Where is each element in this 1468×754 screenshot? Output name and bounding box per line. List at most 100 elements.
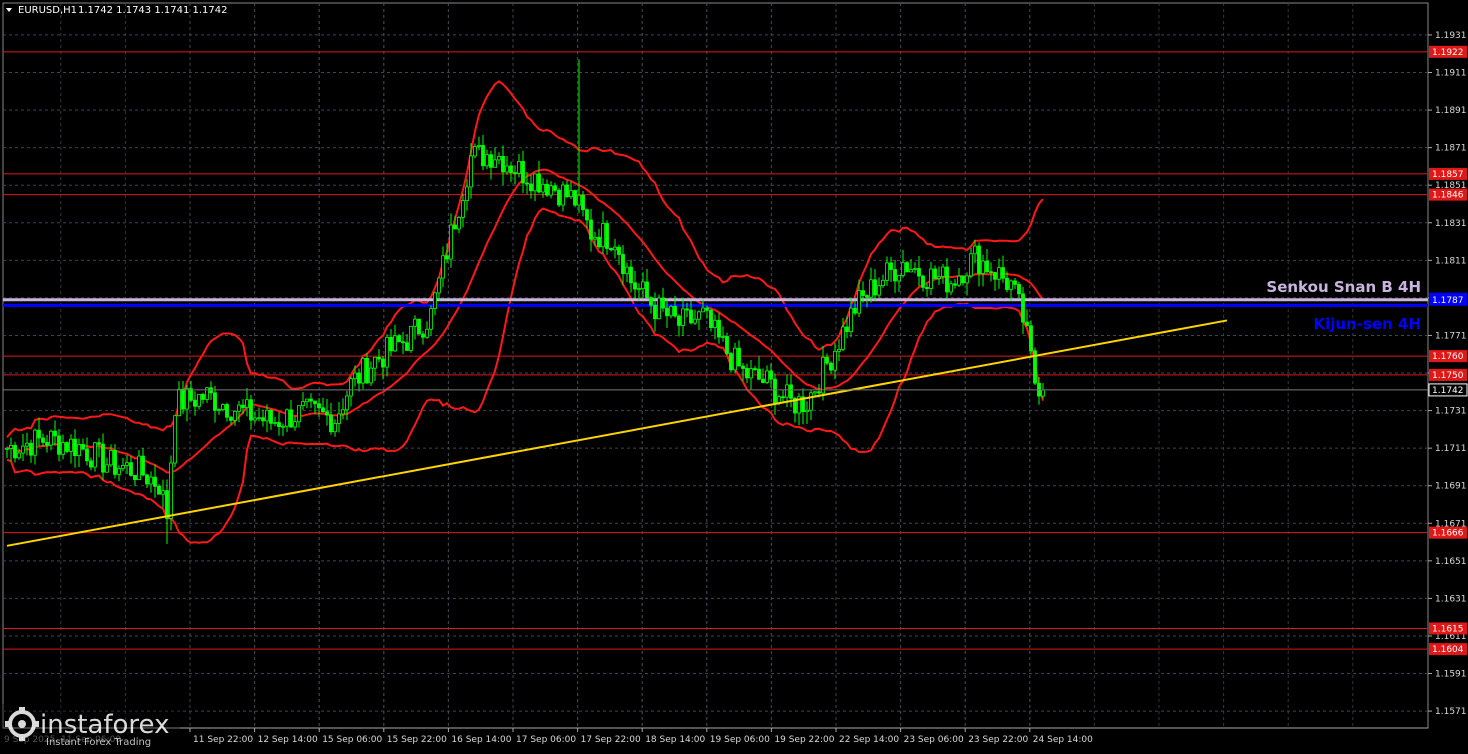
candle-body	[705, 307, 709, 311]
candle-body	[625, 266, 629, 274]
candle-body	[909, 269, 913, 273]
candle-body	[269, 409, 273, 424]
candle-body	[229, 416, 233, 421]
candle-body	[289, 409, 293, 428]
candle-body	[41, 437, 45, 443]
candle-body	[597, 236, 601, 248]
candle-body	[201, 393, 205, 400]
candle-body	[769, 370, 773, 380]
candle-body	[877, 285, 881, 296]
candle-body	[485, 154, 489, 167]
candle-body	[301, 401, 305, 407]
candle-body	[925, 286, 929, 289]
candle-body	[541, 183, 545, 193]
candle-body	[25, 442, 29, 447]
candle-body	[197, 393, 201, 407]
candle-body	[941, 266, 945, 277]
candle-body	[1041, 389, 1045, 397]
candle-body	[105, 464, 109, 473]
y-tick-label: 1.1711	[1435, 444, 1467, 454]
candle-body	[177, 388, 181, 417]
y-tick-label: 1.1911	[1435, 68, 1467, 78]
x-tick-label: 12 Sep 14:00	[258, 735, 318, 745]
candle-body	[789, 384, 793, 399]
x-tick-label: 18 Sep 14:00	[645, 735, 705, 745]
candle-body	[109, 450, 113, 466]
candle-body	[701, 307, 705, 313]
candle-body	[641, 281, 645, 289]
candle-body	[521, 161, 525, 184]
trend-line	[6, 319, 1228, 547]
candle-body	[237, 404, 241, 412]
candle-body	[225, 404, 229, 418]
chart-grid	[2, 2, 1429, 729]
x-tick-label: 16 Sep 14:00	[451, 735, 511, 745]
trend-line-group	[6, 319, 1228, 547]
candle-body	[749, 368, 753, 379]
candle-body	[381, 358, 385, 368]
candle-body	[865, 295, 869, 298]
candle-body	[129, 462, 133, 476]
candle-body	[453, 224, 457, 230]
y-tick-label: 1.1651	[1435, 557, 1467, 567]
candle-body	[657, 297, 661, 320]
candle-body	[285, 409, 289, 427]
bollinger-bands	[6, 80, 1044, 544]
candle-body	[221, 404, 225, 410]
dropdown-triangle-icon[interactable]	[6, 8, 12, 12]
y-tick-label: 1.1831	[1435, 219, 1467, 229]
senkou-label: Senkou Snan B 4H	[1266, 278, 1421, 296]
candle-body	[501, 156, 505, 173]
candle-body	[737, 347, 741, 367]
candle-body	[565, 184, 569, 198]
candle-body	[601, 223, 605, 248]
candle-body	[761, 378, 765, 383]
candle-body	[857, 290, 861, 314]
candle-body	[449, 224, 453, 260]
y-tick-label: 1.1871	[1435, 144, 1467, 154]
candle-body	[401, 341, 405, 344]
candle-body	[661, 297, 665, 309]
y-tick-label: 1.1571	[1435, 707, 1467, 717]
candle-body	[1001, 267, 1005, 279]
candle-body	[753, 368, 757, 371]
kijun-tag-label: 1.1787	[1432, 296, 1464, 306]
candle-body	[897, 275, 901, 282]
candle-body	[429, 308, 433, 330]
level-tag-label: 1.1846	[1432, 191, 1464, 201]
candle-body	[89, 460, 93, 468]
candle-body	[821, 356, 825, 394]
candle-body	[961, 275, 965, 284]
y-tick-label: 1.1591	[1435, 670, 1467, 680]
level-tag-label: 1.1760	[1432, 352, 1464, 362]
candle-body	[1017, 283, 1021, 295]
candle-body	[477, 145, 481, 147]
x-tick-label: 17 Sep 06:00	[516, 735, 576, 745]
candle-body	[329, 414, 333, 433]
candle-body	[957, 275, 961, 286]
level-tag-label: 1.1666	[1432, 529, 1464, 539]
candle-body	[457, 217, 461, 230]
candle-body	[689, 309, 693, 324]
candle-body	[121, 465, 125, 469]
candle-body	[465, 186, 469, 201]
candlestick-series	[5, 59, 1045, 544]
candle-body	[117, 468, 121, 475]
candle-body	[733, 347, 737, 371]
candle-body	[149, 476, 153, 485]
y-tick-label: 1.1891	[1435, 106, 1467, 116]
candle-body	[49, 430, 53, 446]
candle-body	[617, 246, 621, 255]
bollinger-middle	[6, 168, 1044, 474]
candle-body	[561, 184, 565, 206]
candle-body	[113, 450, 117, 475]
candle-body	[969, 253, 973, 277]
candle-body	[345, 395, 349, 411]
candle-body	[673, 305, 677, 317]
candle-body	[9, 444, 13, 449]
candle-body	[745, 368, 749, 379]
candle-body	[321, 407, 325, 413]
candle-body	[833, 350, 837, 371]
candle-body	[445, 255, 449, 260]
candle-body	[461, 200, 465, 218]
